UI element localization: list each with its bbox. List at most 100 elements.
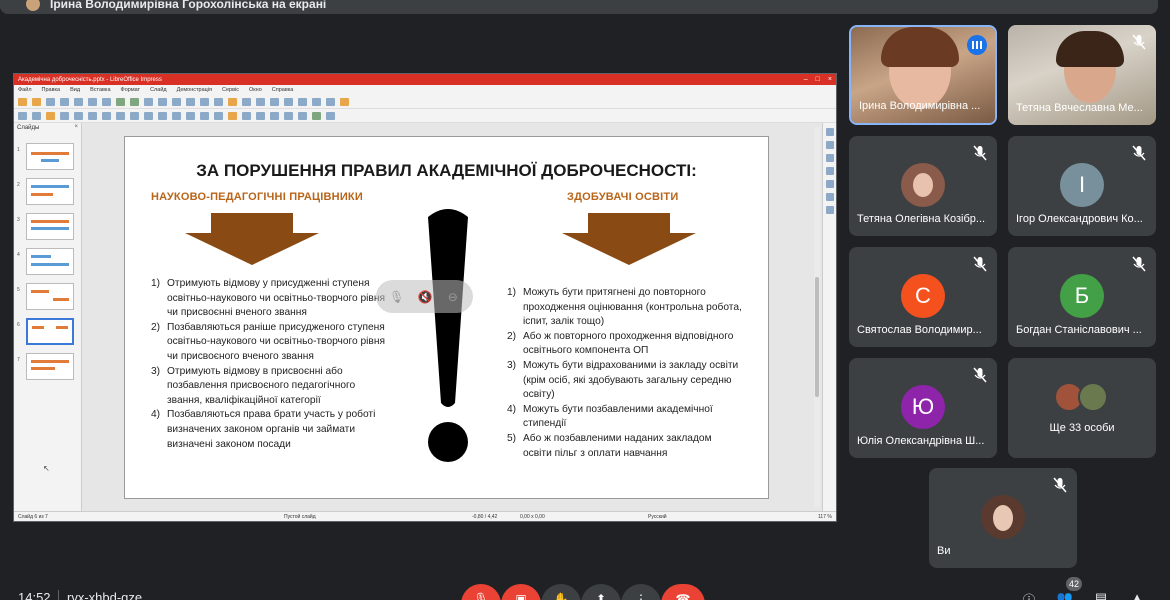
present-screen-icon: ⬆ xyxy=(595,592,607,600)
cut-icon xyxy=(74,97,83,106)
present-button[interactable]: ⬆ xyxy=(581,584,621,600)
participant-avatar: С xyxy=(901,274,945,318)
participant-tile[interactable]: Тетяна Вячеславна Ме... xyxy=(1008,25,1156,125)
mic-off-icon xyxy=(1132,145,1146,161)
more-participants-avatars xyxy=(1054,382,1110,412)
participant-name: Ви xyxy=(937,545,951,557)
presenter-banner-text: Ірина Володимирівна Горохолінська на екр… xyxy=(50,0,327,11)
slide-thumbnail xyxy=(26,178,74,205)
mouse-pointer-icon: ↖ xyxy=(43,464,50,473)
participant-avatar: Б xyxy=(1060,274,1104,318)
lo-menubar: Файл Правка Вид Вставка Формат Слайд Дем… xyxy=(14,85,836,95)
helplines-icon xyxy=(284,97,293,106)
rotate-icon xyxy=(256,111,265,120)
3d-objects-icon xyxy=(242,111,251,120)
properties-icon xyxy=(825,128,834,136)
slide-transition-icon xyxy=(825,141,834,149)
navigator-icon xyxy=(825,206,834,214)
more-participants-tile[interactable]: Ще 33 особи xyxy=(1008,358,1156,458)
crop-icon xyxy=(312,111,321,120)
participant-name: Богдан Станіславович ... xyxy=(1016,324,1142,336)
maximize-icon: □ xyxy=(815,76,820,83)
line-color-icon xyxy=(60,111,69,120)
mic-off-icon xyxy=(973,367,987,383)
more-options-button[interactable]: ⋮ xyxy=(621,584,661,600)
slides-panel-title: Слайды xyxy=(17,125,40,131)
participant-tile[interactable]: Б Богдан Станіславович ... xyxy=(1008,247,1156,347)
camera-toggle-button[interactable]: ▣ xyxy=(501,584,541,600)
copy-icon xyxy=(88,97,97,106)
rectangle-icon xyxy=(88,111,97,120)
end-call-button[interactable]: ☎ xyxy=(661,584,705,600)
mic-toggle-button[interactable]: 🎙 xyxy=(461,584,501,600)
status-language: Русский xyxy=(648,514,667,520)
lo-titlebar: Академічна доброчесність.pptx - LibreOff… xyxy=(14,74,836,85)
animation-icon xyxy=(825,154,834,162)
slide-thumbnail-selected xyxy=(26,318,74,345)
menu-item: Файл xyxy=(18,87,32,93)
menu-item: Формат xyxy=(120,87,141,93)
participant-photo xyxy=(901,163,945,207)
remove-icon[interactable]: ⊖ xyxy=(446,290,460,304)
slide-thumbnail xyxy=(26,248,74,275)
lo-toolbar-standard xyxy=(14,95,836,109)
phone-hangup-icon: ☎ xyxy=(675,592,691,600)
activities-icon[interactable]: ▲ xyxy=(1128,590,1146,600)
speaker-off-icon[interactable]: 🔇 xyxy=(417,290,432,304)
lo-workspace: Слайды × 1 2 3 4 5 6 7 ↖ ЗА ПОРУШЕННЯ ПР… xyxy=(14,123,836,511)
grid-icon xyxy=(158,97,167,106)
select-icon xyxy=(18,111,27,120)
thumb-number: 3 xyxy=(17,217,20,223)
right-down-arrow xyxy=(562,213,696,265)
participant-avatar: І xyxy=(1060,163,1104,207)
thumb-number: 6 xyxy=(17,322,20,328)
list-item: 5) Або ж позбавленими наданих закладом ос… xyxy=(507,432,712,459)
thumb-number: 1 xyxy=(17,147,20,153)
save-icon xyxy=(46,97,55,106)
chat-icon[interactable]: ▤ xyxy=(1092,590,1110,600)
presenter-avatar xyxy=(26,0,40,11)
list-item: 4) Позбавляються права брати участь у роб… xyxy=(151,409,376,450)
minimize-icon: – xyxy=(803,76,808,83)
slide-thumbnail xyxy=(26,283,74,310)
participant-tile[interactable]: С Святослав Володимир... xyxy=(849,247,997,347)
participant-tile[interactable]: Ірина Володимирівна ... xyxy=(849,25,997,125)
sidebar-deck xyxy=(822,123,836,511)
new-icon xyxy=(18,97,27,106)
lo-toolbar-drawing xyxy=(14,109,836,123)
participant-tile[interactable]: Ю Юлія Олександрівна Ш... xyxy=(849,358,997,458)
people-icon[interactable]: 👥 xyxy=(1056,590,1074,600)
mic-off-icon xyxy=(973,256,987,272)
left-down-arrow xyxy=(185,213,319,265)
slide-vertical-scrollbar xyxy=(814,127,820,507)
info-icon[interactable]: ⓘ xyxy=(1020,590,1038,600)
mic-off-icon xyxy=(1053,477,1067,493)
list-item: 1) Можуть бути притягнені до повторного п… xyxy=(507,287,742,328)
slide-thumbnail xyxy=(26,213,74,240)
gallery-icon xyxy=(825,193,834,201)
lo-window-title: Академічна доброчесність.pptx - LibreOff… xyxy=(18,76,162,83)
mic-off-icon[interactable]: 🎙 xyxy=(389,290,404,304)
participant-tile[interactable]: І Ігор Олександрович Ко... xyxy=(1008,136,1156,236)
connector-icon xyxy=(144,111,153,120)
camera-off-icon: ▣ xyxy=(515,592,527,600)
floating-tile-controls[interactable]: 🎙 🔇 ⊖ xyxy=(376,280,473,313)
thumb-number: 7 xyxy=(17,357,20,363)
block-arrows-icon xyxy=(186,111,195,120)
participant-name: Святослав Володимир... xyxy=(857,324,982,336)
redo-icon xyxy=(130,97,139,106)
image-icon xyxy=(186,97,195,106)
left-list: 1) Отримують відмову у присудженні ступен… xyxy=(151,277,393,452)
basic-shapes-icon xyxy=(158,111,167,120)
participant-tile[interactable]: Тетяна Олегівна Козібр... xyxy=(849,136,997,236)
right-list: 1) Можуть бути притягнені до повторного п… xyxy=(507,286,743,461)
self-tile[interactable]: Ви xyxy=(929,468,1077,568)
link-icon xyxy=(256,97,265,106)
status-zoom: 117 % xyxy=(818,514,832,520)
slide-thumbnail xyxy=(26,353,74,380)
more-vert-icon: ⋮ xyxy=(635,592,647,600)
undo-icon xyxy=(116,97,125,106)
raise-hand-button[interactable]: ✋ xyxy=(541,584,581,600)
line-icon xyxy=(74,111,83,120)
list-item: 4) Можуть бути позбавленими академічної с… xyxy=(507,403,713,430)
